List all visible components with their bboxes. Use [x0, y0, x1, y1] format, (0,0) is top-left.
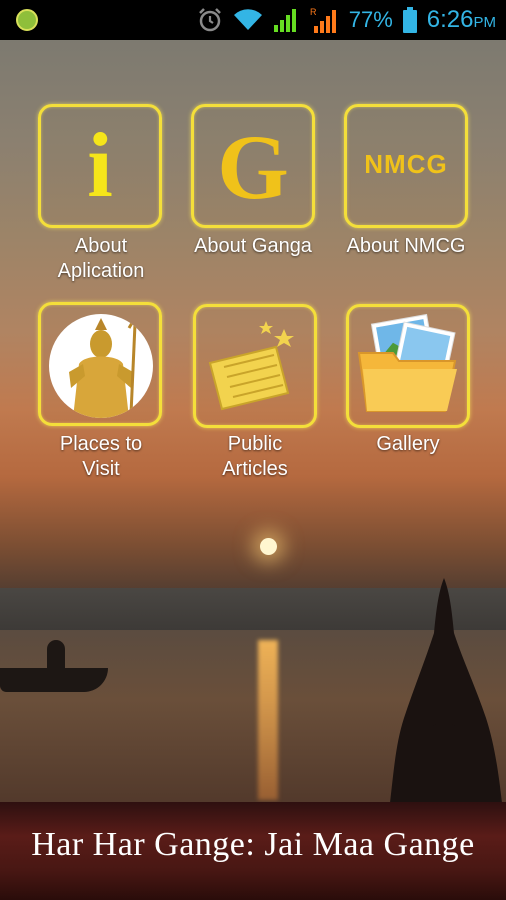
sun-reflection [258, 640, 278, 800]
newspaper-icon [208, 321, 294, 411]
battery-percent: 77% [348, 7, 393, 32]
wifi-icon [233, 9, 262, 31]
svg-text:R: R [310, 7, 317, 17]
boat-silhouette [0, 668, 108, 692]
about-application-button[interactable]: i [38, 104, 162, 228]
gallery-label: Gallery [376, 433, 440, 455]
sun [260, 538, 277, 555]
about-application-label: About Aplication [57, 235, 145, 282]
gallery-button[interactable] [346, 304, 470, 428]
battery-icon [402, 7, 417, 33]
about-nmcg-button[interactable]: NMCG [344, 104, 468, 228]
status-icons: R 77% 6:26PM [197, 0, 496, 40]
clock: 6:26PM [426, 6, 496, 33]
places-to-visit-label: Places to Visit [59, 433, 143, 480]
public-articles-button[interactable] [193, 304, 317, 428]
nmcg-icon: NMCG [364, 149, 448, 179]
folder-photos-icon [357, 313, 457, 412]
footer-caption: Har Har Gange: Jai Maa Gange [31, 826, 475, 863]
places-to-visit-button[interactable] [38, 302, 162, 426]
about-nmcg-label: About NMCG [346, 235, 466, 257]
praying-hands-silhouette [390, 578, 502, 803]
status-bar: R 77% 6:26PM [0, 0, 506, 40]
roaming-signal-icon: R [310, 7, 336, 33]
about-ganga-label: About Ganga [194, 235, 312, 257]
alarm-icon [198, 8, 221, 32]
info-icon: i [87, 114, 113, 216]
public-articles-label: Public Articles [222, 433, 288, 480]
shiva-icon [49, 314, 153, 418]
ganga-g-icon: G [217, 116, 289, 218]
signal-icon [273, 9, 296, 32]
app-notification-icon [16, 9, 38, 31]
about-ganga-button[interactable]: G [191, 104, 315, 228]
